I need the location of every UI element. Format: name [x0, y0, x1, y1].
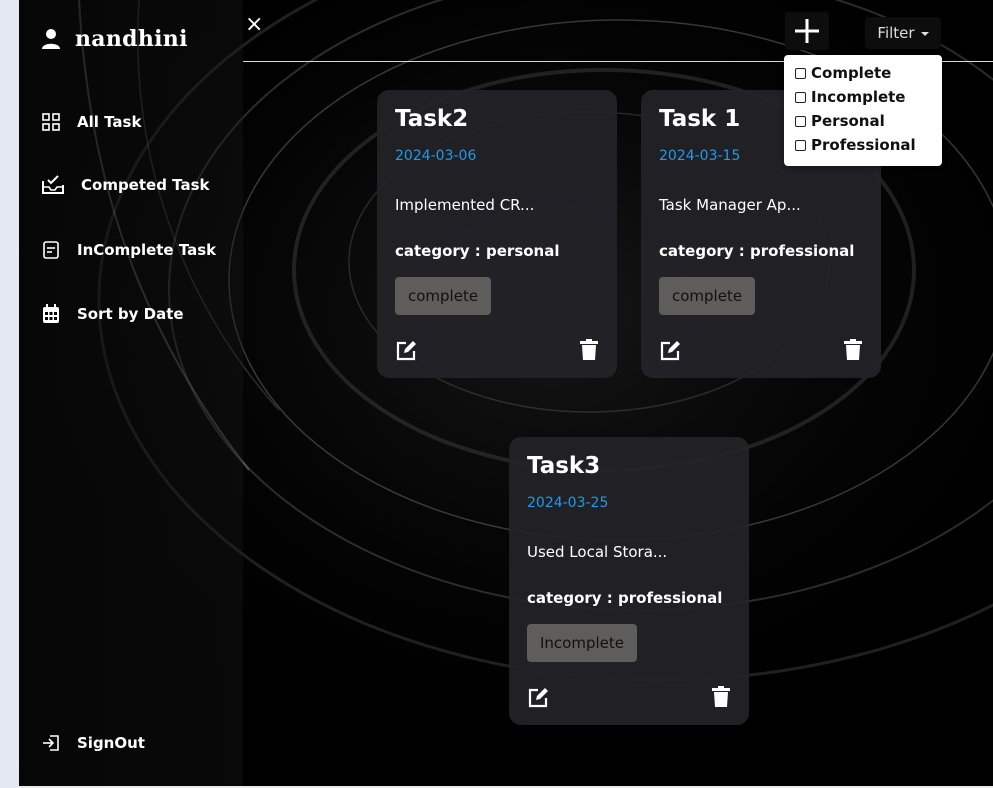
edit-icon[interactable] — [395, 340, 417, 362]
task-title: Task2 — [395, 106, 469, 132]
task-status-button[interactable]: complete — [659, 277, 756, 315]
sidebar-item-label: Sort by Date — [77, 305, 184, 323]
sidebar-item-incomplete-task[interactable]: InComplete Task — [41, 240, 216, 260]
edit-icon[interactable] — [527, 687, 549, 709]
inbox-check-icon — [42, 175, 64, 194]
filter-option-personal[interactable]: Personal — [795, 112, 885, 130]
sidebar-item-label: InComplete Task — [77, 241, 217, 259]
task-card: Task2 2024-03-06 Implemented CR... categ… — [377, 90, 617, 378]
task-title: Task3 — [527, 453, 601, 479]
task-description: Used Local Stora... — [527, 543, 668, 561]
trash-icon[interactable] — [843, 339, 863, 361]
browser-left-edge — [0, 0, 19, 788]
edit-icon[interactable] — [659, 340, 681, 362]
calendar-icon — [43, 304, 59, 323]
add-task-button[interactable] — [785, 12, 829, 50]
note-icon — [43, 241, 59, 259]
filter-option-incomplete[interactable]: Incomplete — [795, 88, 905, 106]
sidebar-item-sort-by-date[interactable]: Sort by Date — [41, 303, 184, 325]
filter-option-label: Complete — [811, 64, 892, 82]
sidebar-item-label: All Task — [77, 113, 142, 131]
task-description: Implemented CR... — [395, 196, 535, 214]
filter-option-label: Incomplete — [811, 88, 906, 106]
trash-icon[interactable] — [711, 686, 731, 708]
trash-icon[interactable] — [579, 339, 599, 361]
task-card: Task3 2024-03-25 Used Local Stora... cat… — [509, 437, 749, 725]
user-icon — [42, 29, 60, 49]
signout-button[interactable]: SignOut — [41, 733, 145, 753]
sidebar-item-completed-task[interactable]: Competed Task — [41, 175, 209, 195]
user-profile: nandhini — [41, 26, 188, 52]
user-name: nandhini — [75, 26, 188, 52]
task-description: Task Manager Ap... — [659, 196, 801, 214]
app-container: nandhini All Task Competed Task InComple… — [19, 0, 993, 786]
signout-label: SignOut — [77, 734, 145, 752]
plus-icon — [795, 19, 819, 43]
sidebar: nandhini All Task Competed Task InComple… — [19, 0, 243, 786]
checkbox[interactable] — [795, 115, 806, 127]
filter-option-complete[interactable]: Complete — [795, 64, 891, 82]
close-sidebar-button[interactable]: × — [245, 12, 263, 38]
filter-button[interactable]: Filter — [865, 17, 941, 49]
task-date: 2024-03-25 — [527, 495, 609, 511]
task-date: 2024-03-06 — [395, 148, 477, 164]
checkbox[interactable] — [795, 139, 806, 151]
task-date: 2024-03-15 — [659, 148, 741, 164]
filter-label: Filter — [877, 24, 915, 42]
task-category: category : personal — [395, 242, 560, 260]
task-category: category : professional — [659, 242, 855, 260]
caret-down-icon — [920, 32, 929, 36]
filter-option-label: Professional — [811, 136, 916, 154]
grid-icon — [42, 113, 60, 131]
filter-option-label: Personal — [811, 112, 885, 130]
sidebar-item-label: Competed Task — [81, 176, 210, 194]
checkbox[interactable] — [795, 67, 806, 79]
task-title: Task 1 — [659, 106, 741, 132]
filter-dropdown-menu: Complete Incomplete Personal Professiona… — [784, 55, 942, 166]
filter-option-professional[interactable]: Professional — [795, 136, 916, 154]
sidebar-item-all-task[interactable]: All Task — [41, 112, 141, 132]
signout-icon — [43, 735, 59, 751]
checkbox[interactable] — [795, 91, 806, 103]
task-category: category : professional — [527, 589, 723, 607]
task-status-button[interactable]: Incomplete — [527, 624, 637, 662]
task-status-button[interactable]: complete — [395, 277, 492, 315]
